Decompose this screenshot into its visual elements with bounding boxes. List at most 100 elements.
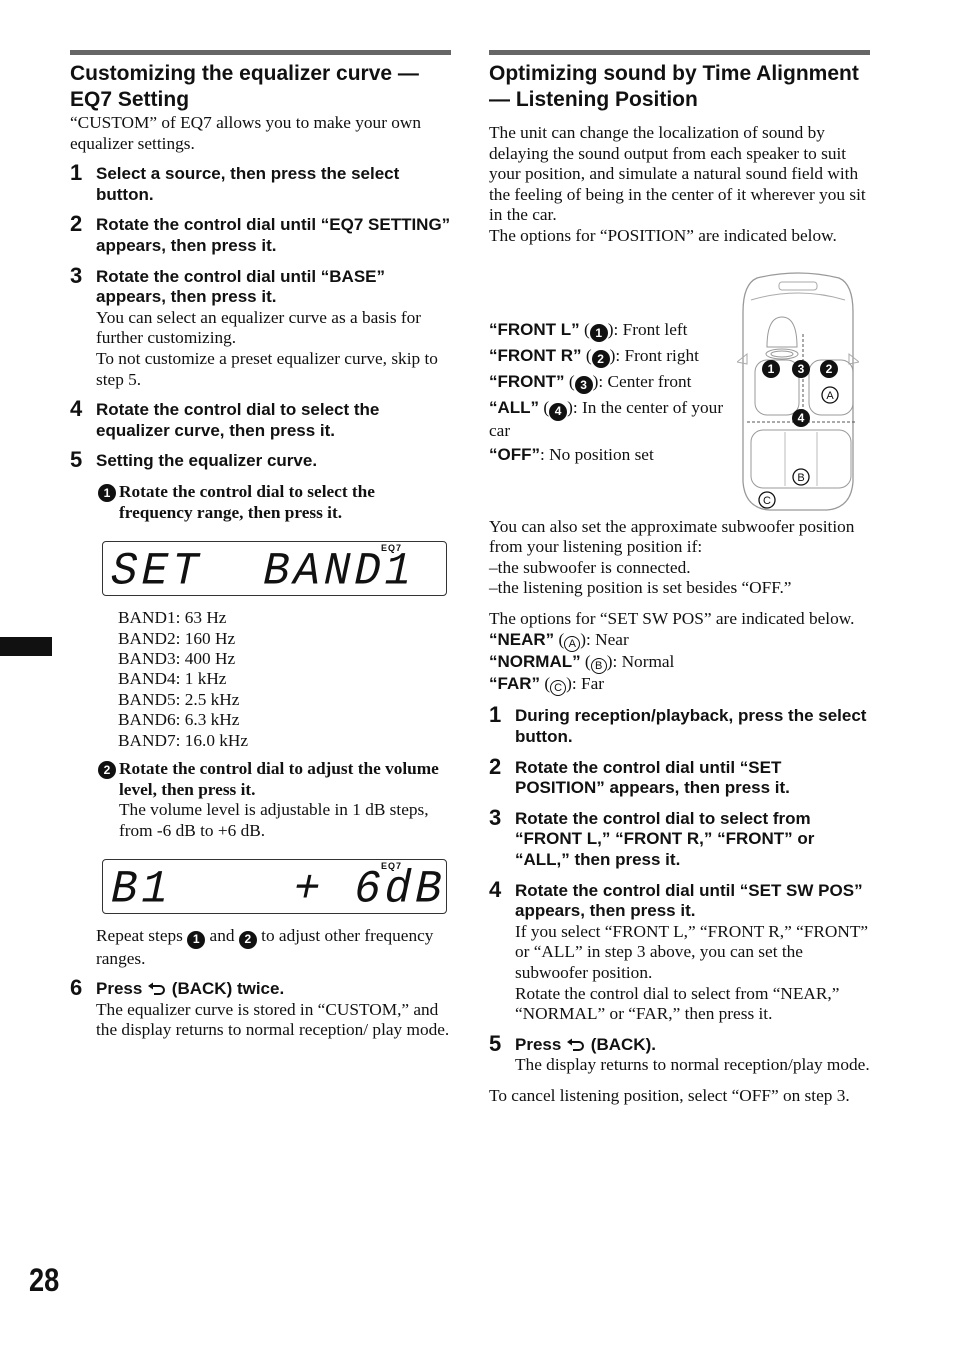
position-block: “FRONT L” (1): Front left “FRONT R” (2):… [489, 271, 870, 517]
step-4: 4 Rotate the control dial until “SET SW … [489, 876, 870, 1025]
position-desc: : Center front [598, 372, 692, 392]
band-item: BAND3: 400 Hz [118, 648, 236, 668]
step-2: 2 Rotate the control dial until “EQ7 SET… [70, 211, 451, 256]
section-rule [70, 50, 451, 55]
car-seating-diagram: 1 3 2 A 4 B C [737, 271, 859, 511]
step-title: Rotate the control dial until “EQ7 SETTI… [96, 215, 451, 255]
step-number: 6 [70, 975, 83, 1001]
position-item: “FRONT” (3): Center front [489, 372, 724, 395]
step-title: Rotate the control dial until “SET SW PO… [515, 880, 863, 921]
band-item: BAND6: 6.3 kHz [118, 710, 240, 730]
band-item: BAND4: 1 kHz [118, 669, 227, 689]
substep-2: 2 Rotate the control dial to adjust the … [96, 759, 451, 841]
lcd-text: B1 + 6dB [105, 864, 452, 917]
step-body: The display returns to normal reception/… [515, 1055, 870, 1075]
sw-position-item: “NEAR” (A): Near [489, 630, 870, 652]
band-item: BAND1: 63 Hz [118, 608, 227, 628]
svg-text:A: A [826, 390, 834, 402]
number-2-icon: 2 [591, 350, 610, 369]
step-5: 5 Press (BACK). The display returns to n… [489, 1030, 870, 1076]
sw-desc: : Near [586, 629, 629, 649]
diagram-marker-a: A [821, 385, 839, 404]
diagram-marker-c: C [758, 490, 776, 509]
step-title: Rotate the control dial to select from “… [515, 808, 815, 869]
position-item: “FRONT R” (2): Front right [489, 345, 724, 369]
position-label: “ALL” [489, 398, 540, 418]
step-body: If you select “FRONT L,” “FRONT R,” “FRO… [515, 921, 869, 982]
step-2: 2 Rotate the control dial until “SET POS… [489, 754, 870, 799]
step-1: 1 During reception/playback, press the s… [489, 702, 870, 747]
number-4-icon: 4 [549, 402, 568, 421]
step-5: 5 Setting the equalizer curve. [70, 447, 451, 473]
letter-b-icon: B [590, 658, 607, 675]
position-item: “ALL” (4): In the center of your car [489, 398, 724, 440]
number-2-icon: 2 [238, 930, 257, 949]
step-3: 3 Rotate the control dial to select from… [489, 804, 870, 871]
step-body: You can select an equalizer curve as a b… [96, 307, 422, 348]
sw-position-item: “FAR” (C): Far [489, 674, 870, 697]
step-body: To not customize a preset equalizer curv… [96, 348, 438, 389]
section-rule [489, 50, 870, 55]
letter-c-icon: C [550, 680, 567, 697]
sw-desc: : Far [571, 674, 605, 694]
number-1-icon: 1 [589, 323, 608, 342]
page-number: 28 [29, 1262, 60, 1298]
condition-text: the subwoofer is connected. [497, 557, 691, 577]
position-label: “FRONT L” [489, 319, 580, 339]
step-body: Rotate the control dial to select from “… [515, 983, 840, 1024]
step-3: 3 Rotate the control dial until “BASE” a… [70, 263, 451, 391]
position-list: “FRONT L” (1): Front left “FRONT R” (2):… [489, 320, 724, 466]
substep-title: Rotate the control dial to select the fr… [119, 481, 375, 522]
step-title-pre: Press [515, 1034, 562, 1054]
diagram-marker-2: 2 [820, 359, 838, 378]
position-item: “OFF”: No position set [489, 445, 724, 466]
step-body: The equalizer curve is stored in “CUSTOM… [96, 999, 450, 1040]
band-item: BAND2: 160 Hz [118, 628, 236, 648]
step-title: Press (BACK) twice. [96, 979, 451, 1000]
lcd-text: SET BAND1 [105, 545, 421, 599]
step-title: Setting the equalizer curve. [96, 451, 318, 471]
step-title: Rotate the control dial to select the eq… [96, 400, 380, 440]
band-list: BAND1: 63 Hz BAND2: 160 Hz BAND3: 400 Hz… [70, 608, 451, 751]
step-title: During reception/playback, press the sel… [515, 706, 867, 747]
position-label: “FRONT” [489, 372, 565, 392]
step-title-pre: Press [96, 979, 143, 999]
back-icon [567, 1038, 585, 1051]
step-title-post: (BACK). [590, 1034, 656, 1054]
intro-text-2: The options for “POSITION” are indicated… [489, 225, 837, 245]
intro-text: The unit can change the localization of … [489, 123, 866, 225]
condition-text: the listening position is set besides “O… [497, 578, 792, 598]
substep-title: Rotate the control dial to adjust the vo… [119, 758, 439, 799]
step-number: 1 [489, 702, 502, 728]
section-tab-marker [0, 637, 52, 656]
repeat-mid: and [209, 926, 235, 946]
step-number: 2 [70, 211, 83, 237]
condition-item: –the listening position is set besides “… [489, 578, 792, 598]
step-6: 6 Press (BACK) twice. The equalizer curv… [70, 975, 451, 1041]
sw-position-item: “NORMAL” (B): Normal [489, 651, 870, 675]
left-column: Customizing the equalizer curve — EQ7 Se… [70, 50, 451, 1041]
number-1-icon: 1 [187, 930, 206, 949]
position-desc: : No position set [540, 445, 654, 465]
sw-label: “NORMAL” [489, 651, 581, 671]
step-number: 3 [489, 804, 502, 830]
repeat-pre: Repeat steps [96, 926, 183, 946]
position-label: “OFF” [489, 445, 540, 465]
sw-label: “NEAR” [489, 629, 555, 649]
step-number: 4 [489, 876, 502, 902]
step-number: 5 [70, 447, 83, 473]
lcd-display-set-band: EQ7 SET BAND1 [102, 541, 447, 599]
right-column: Optimizing sound by Time Alignment — Lis… [489, 50, 870, 1107]
letter-a-icon: A [564, 635, 581, 652]
diagram-marker-b: B [792, 467, 810, 486]
back-icon [148, 982, 166, 996]
position-label: “FRONT R” [489, 345, 582, 365]
sw-intro: The options for “SET SW POS” are indicat… [489, 608, 855, 628]
position-item: “FRONT L” (1): Front left [489, 320, 724, 342]
substep-1: 1 Rotate the control dial to select the … [96, 482, 451, 523]
lcd-display-level: EQ7 B1 + 6dB [102, 859, 451, 917]
step-number: 5 [489, 1030, 502, 1056]
number-3-icon: 3 [574, 376, 593, 395]
svg-text:1: 1 [768, 362, 775, 376]
step-number: 1 [70, 160, 83, 186]
